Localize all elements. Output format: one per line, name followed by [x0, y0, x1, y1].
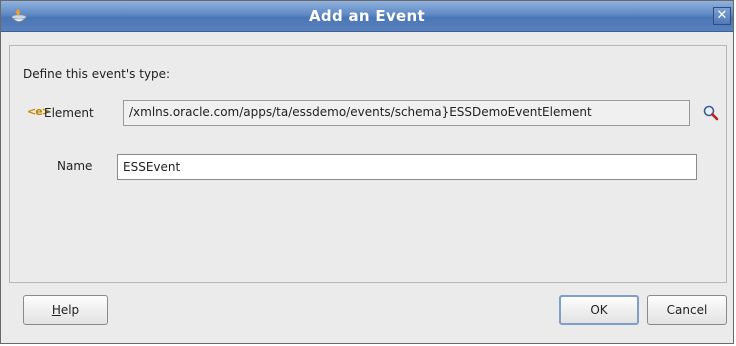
search-icon[interactable]: [702, 104, 720, 122]
name-input[interactable]: [117, 154, 697, 180]
help-button[interactable]: Help: [23, 295, 108, 325]
ok-button[interactable]: OK: [559, 295, 639, 325]
close-button[interactable]: ✕: [713, 7, 731, 25]
title-bar[interactable]: Add an Event ✕: [1, 1, 733, 32]
define-type-label: Define this event's type:: [23, 67, 171, 81]
cancel-button[interactable]: Cancel: [647, 295, 727, 325]
dialog-title: Add an Event: [309, 7, 425, 25]
element-label: Element: [44, 106, 94, 120]
add-event-dialog: Add an Event ✕ Define this event's type:…: [0, 0, 734, 344]
help-label: elp: [60, 303, 80, 317]
close-icon: ✕: [716, 8, 728, 23]
element-field[interactable]: /xmlns.oracle.com/apps/ta/essdemo/events…: [123, 100, 690, 126]
help-mnemonic: H: [51, 303, 61, 317]
name-label: Name: [57, 159, 93, 173]
